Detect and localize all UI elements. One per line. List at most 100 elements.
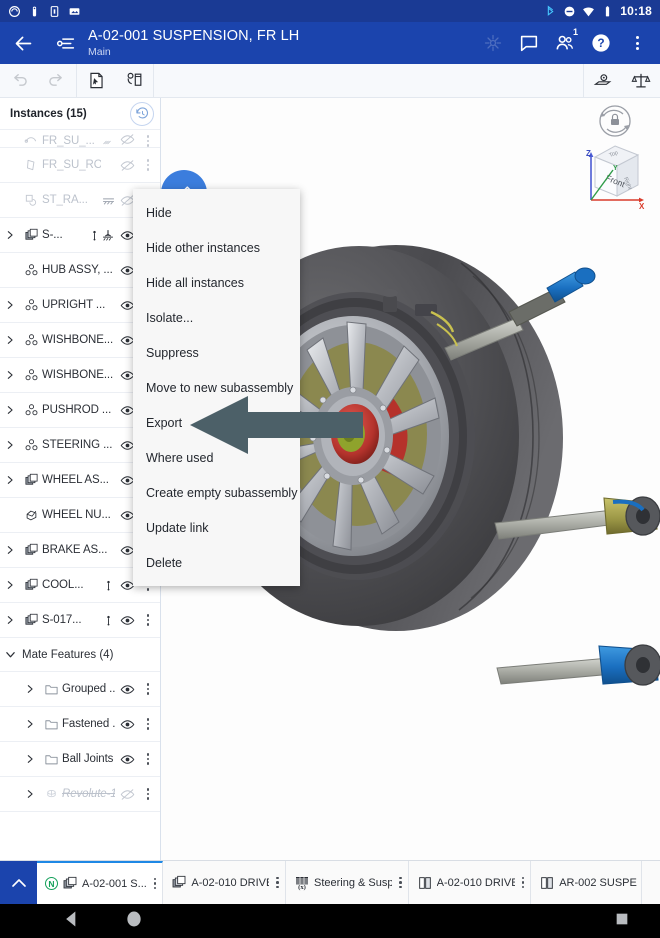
menu-item-create-empty-subassembly[interactable]: Create empty subassembly <box>133 475 300 510</box>
overflow-menu-icon[interactable] <box>620 22 654 64</box>
svg-text:(x): (x) <box>298 884 306 891</box>
eye-visible-icon[interactable] <box>115 682 139 697</box>
menu-item-move-to-new-subassembly[interactable]: Move to new subassembly <box>133 370 300 405</box>
row-overflow-menu[interactable] <box>139 753 157 765</box>
expand-caret-icon[interactable] <box>20 719 40 729</box>
assembly-tab-icon <box>62 876 78 892</box>
menu-item-hide-other-instances[interactable]: Hide other instances <box>133 230 300 265</box>
tab-spreadsheet-steering-susp[interactable]: (x) Steering & Susp... <box>286 861 409 904</box>
menu-item-suppress[interactable]: Suppress <box>133 335 300 370</box>
row-overflow-menu[interactable] <box>139 788 157 800</box>
comments-icon[interactable] <box>512 22 546 64</box>
row-overflow-menu[interactable] <box>139 614 157 626</box>
menu-item-isolate[interactable]: Isolate... <box>133 300 300 335</box>
row-overflow-menu[interactable] <box>139 159 157 171</box>
section-view-button[interactable] <box>584 64 622 98</box>
document-title-block[interactable]: A-02-001 SUSPENSION, FR LH Main <box>88 28 476 59</box>
sketch-icon <box>20 133 42 147</box>
row-overflow-menu[interactable] <box>139 683 157 695</box>
restore-history-icon[interactable] <box>130 102 154 126</box>
tab-list[interactable]: N A-02-001 S... A-02-010 DRIVE... (x) St… <box>37 861 660 904</box>
section-view-icon <box>593 71 613 91</box>
assembly-icon <box>20 438 42 453</box>
expand-caret-icon[interactable] <box>0 405 20 415</box>
table-row[interactable]: FR_SU_RO... <box>0 148 160 183</box>
app-bar-actions: 1 ? <box>476 22 660 64</box>
expand-caret-icon[interactable] <box>0 580 20 590</box>
subassembly-icon <box>20 473 42 488</box>
transform-button[interactable] <box>115 64 153 98</box>
expand-caret-icon[interactable] <box>0 475 20 485</box>
tab-overflow-menu[interactable] <box>276 877 279 889</box>
expand-caret-icon[interactable] <box>0 370 20 380</box>
android-recents-icon[interactable] <box>614 911 630 932</box>
insert-part-button[interactable] <box>77 64 115 98</box>
list-item[interactable]: Revolute-1 <box>0 777 160 812</box>
help-icon[interactable]: ? <box>584 22 618 64</box>
tab-assembly-a02001[interactable]: N A-02-001 S... <box>37 861 163 904</box>
list-item[interactable]: Grouped ... <box>0 672 160 707</box>
menu-item-hide-all-instances[interactable]: Hide all instances <box>133 265 300 300</box>
menu-item-update-link[interactable]: Update link <box>133 510 300 545</box>
share-icon[interactable] <box>476 22 510 64</box>
help-circle-icon: ? <box>590 32 612 54</box>
row-label: ST_RA... <box>42 194 101 206</box>
eye-visible-icon[interactable] <box>115 613 139 628</box>
row-overflow-menu[interactable] <box>139 135 157 147</box>
instance-context-menu[interactable]: Hide Hide other instances Hide all insta… <box>133 189 300 586</box>
mass-properties-button[interactable] <box>622 64 660 98</box>
expand-caret-icon[interactable] <box>20 789 40 799</box>
row-label: STEERING ... <box>42 439 115 451</box>
expand-caret-icon[interactable] <box>0 615 20 625</box>
tab-drawing-ar002-suspension[interactable]: AR-002 SUSPE... <box>531 861 642 904</box>
expand-caret-icon[interactable] <box>0 440 20 450</box>
back-button[interactable] <box>0 33 46 54</box>
expand-tabs-button[interactable] <box>0 861 37 904</box>
tab-overflow-menu[interactable] <box>154 878 157 890</box>
comment-bubble-icon <box>518 32 540 54</box>
part-icon <box>20 508 42 523</box>
feature-tree-icon <box>55 33 76 54</box>
tab-overflow-menu[interactable] <box>522 877 525 889</box>
expand-caret-icon[interactable] <box>0 230 20 240</box>
tab-assembly-a02010-drive[interactable]: A-02-010 DRIVE... <box>163 861 286 904</box>
feature-tree-toggle-button[interactable] <box>46 33 84 54</box>
subassembly-icon <box>20 228 42 243</box>
view-cube-svg[interactable]: Front Top Right Z X Y <box>582 104 648 216</box>
collapse-caret-icon[interactable] <box>0 649 20 660</box>
eye-hidden-icon[interactable] <box>115 158 139 173</box>
undo-button[interactable] <box>0 64 38 98</box>
drawing-tab-icon <box>417 875 433 891</box>
status-bar-right-icons: 10:18 <box>544 4 652 18</box>
menu-item-where-used[interactable]: Where used <box>133 440 300 475</box>
table-row[interactable]: S-017... <box>0 603 160 638</box>
tab-drawing-a02010-drive[interactable]: A-02-010 DRIVE... <box>409 861 532 904</box>
document-tab-strip[interactable]: N A-02-001 S... A-02-010 DRIVE... (x) St… <box>0 860 660 904</box>
list-item[interactable]: Ball Joints <box>0 742 160 777</box>
collaborators-icon[interactable]: 1 <box>548 22 582 64</box>
eye-visible-icon[interactable] <box>115 717 139 732</box>
subassembly-icon <box>20 613 42 628</box>
tab-overflow-menu[interactable] <box>399 877 402 889</box>
expand-caret-icon[interactable] <box>0 545 20 555</box>
expand-caret-icon[interactable] <box>0 300 20 310</box>
row-label: WISHBONE... <box>42 334 115 346</box>
eye-hidden-icon[interactable] <box>115 787 139 802</box>
menu-item-export[interactable]: Export <box>133 405 300 440</box>
row-overflow-menu[interactable] <box>139 718 157 730</box>
android-back-icon[interactable] <box>62 909 82 934</box>
expand-caret-icon[interactable] <box>20 754 40 764</box>
expand-caret-icon[interactable] <box>0 335 20 345</box>
redo-button[interactable] <box>38 64 76 98</box>
transform-icon <box>125 71 144 90</box>
view-cube[interactable]: Front Top Right Z X Y <box>582 104 648 216</box>
expand-caret-icon[interactable] <box>20 684 40 694</box>
mate-features-group-header[interactable]: Mate Features (4) <box>0 638 160 672</box>
menu-item-delete[interactable]: Delete <box>133 545 300 580</box>
eye-hidden-icon[interactable] <box>115 132 139 147</box>
list-item[interactable]: Fastened ... <box>0 707 160 742</box>
android-home-icon[interactable] <box>124 909 144 934</box>
eye-visible-icon[interactable] <box>115 752 139 767</box>
menu-item-hide[interactable]: Hide <box>133 195 300 230</box>
table-row[interactable]: FR_SU_... <box>0 130 160 148</box>
